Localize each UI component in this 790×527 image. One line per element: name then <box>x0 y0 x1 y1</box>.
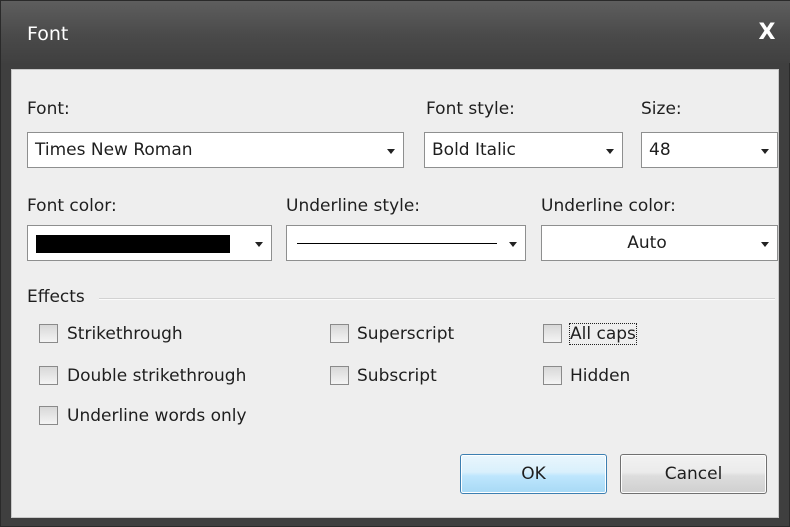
font-color-picker[interactable] <box>27 225 272 261</box>
all-caps-label[interactable]: All caps <box>569 323 637 345</box>
strikethrough-checkbox[interactable] <box>39 324 58 343</box>
underline-color-value: Auto <box>627 233 667 253</box>
subscript-checkbox[interactable] <box>330 366 349 385</box>
strikethrough-label[interactable]: Strikethrough <box>67 324 183 344</box>
size-label: Size: <box>641 99 682 119</box>
close-icon[interactable]: X <box>753 19 781 47</box>
underline-style-label: Underline style: <box>286 196 421 216</box>
font-style-value: Bold Italic <box>432 140 516 160</box>
font-label: Font: <box>27 99 70 119</box>
underline-words-only-label[interactable]: Underline words only <box>67 406 247 426</box>
underline-style-combobox[interactable] <box>286 225 526 261</box>
font-style-combobox[interactable]: Bold Italic <box>424 132 623 168</box>
underline-color-label: Underline color: <box>541 196 676 216</box>
size-value: 48 <box>649 140 671 160</box>
chevron-down-icon[interactable] <box>606 149 614 154</box>
chevron-down-icon[interactable] <box>255 242 263 247</box>
dialog-title: Font <box>27 23 69 45</box>
font-value: Times New Roman <box>35 140 193 160</box>
chevron-down-icon[interactable] <box>509 242 517 247</box>
font-dialog: Font X Font: Font style: Size: Times New… <box>0 0 790 527</box>
title-bar[interactable]: Font X <box>1 1 790 63</box>
all-caps-checkbox[interactable] <box>543 324 562 343</box>
effects-divider <box>99 298 775 300</box>
chevron-down-icon[interactable] <box>387 149 395 154</box>
hidden-checkbox[interactable] <box>543 366 562 385</box>
subscript-label[interactable]: Subscript <box>357 366 437 386</box>
cancel-button[interactable]: Cancel <box>620 454 767 494</box>
font-color-label: Font color: <box>27 196 117 216</box>
superscript-checkbox[interactable] <box>330 324 349 343</box>
underline-style-preview <box>297 243 497 244</box>
double-strikethrough-label[interactable]: Double strikethrough <box>67 366 246 386</box>
effects-heading: Effects <box>27 287 85 307</box>
size-combobox[interactable]: 48 <box>641 132 778 168</box>
hidden-label[interactable]: Hidden <box>570 366 630 386</box>
superscript-label[interactable]: Superscript <box>357 324 454 344</box>
underline-color-combobox[interactable]: Auto <box>541 225 778 261</box>
font-style-label: Font style: <box>426 99 515 119</box>
chevron-down-icon[interactable] <box>761 242 769 247</box>
ok-button[interactable]: OK <box>460 454 607 494</box>
chevron-down-icon[interactable] <box>761 149 769 154</box>
font-color-swatch <box>36 235 230 253</box>
font-combobox[interactable]: Times New Roman <box>27 132 404 168</box>
double-strikethrough-checkbox[interactable] <box>39 366 58 385</box>
underline-words-only-checkbox[interactable] <box>39 406 58 425</box>
